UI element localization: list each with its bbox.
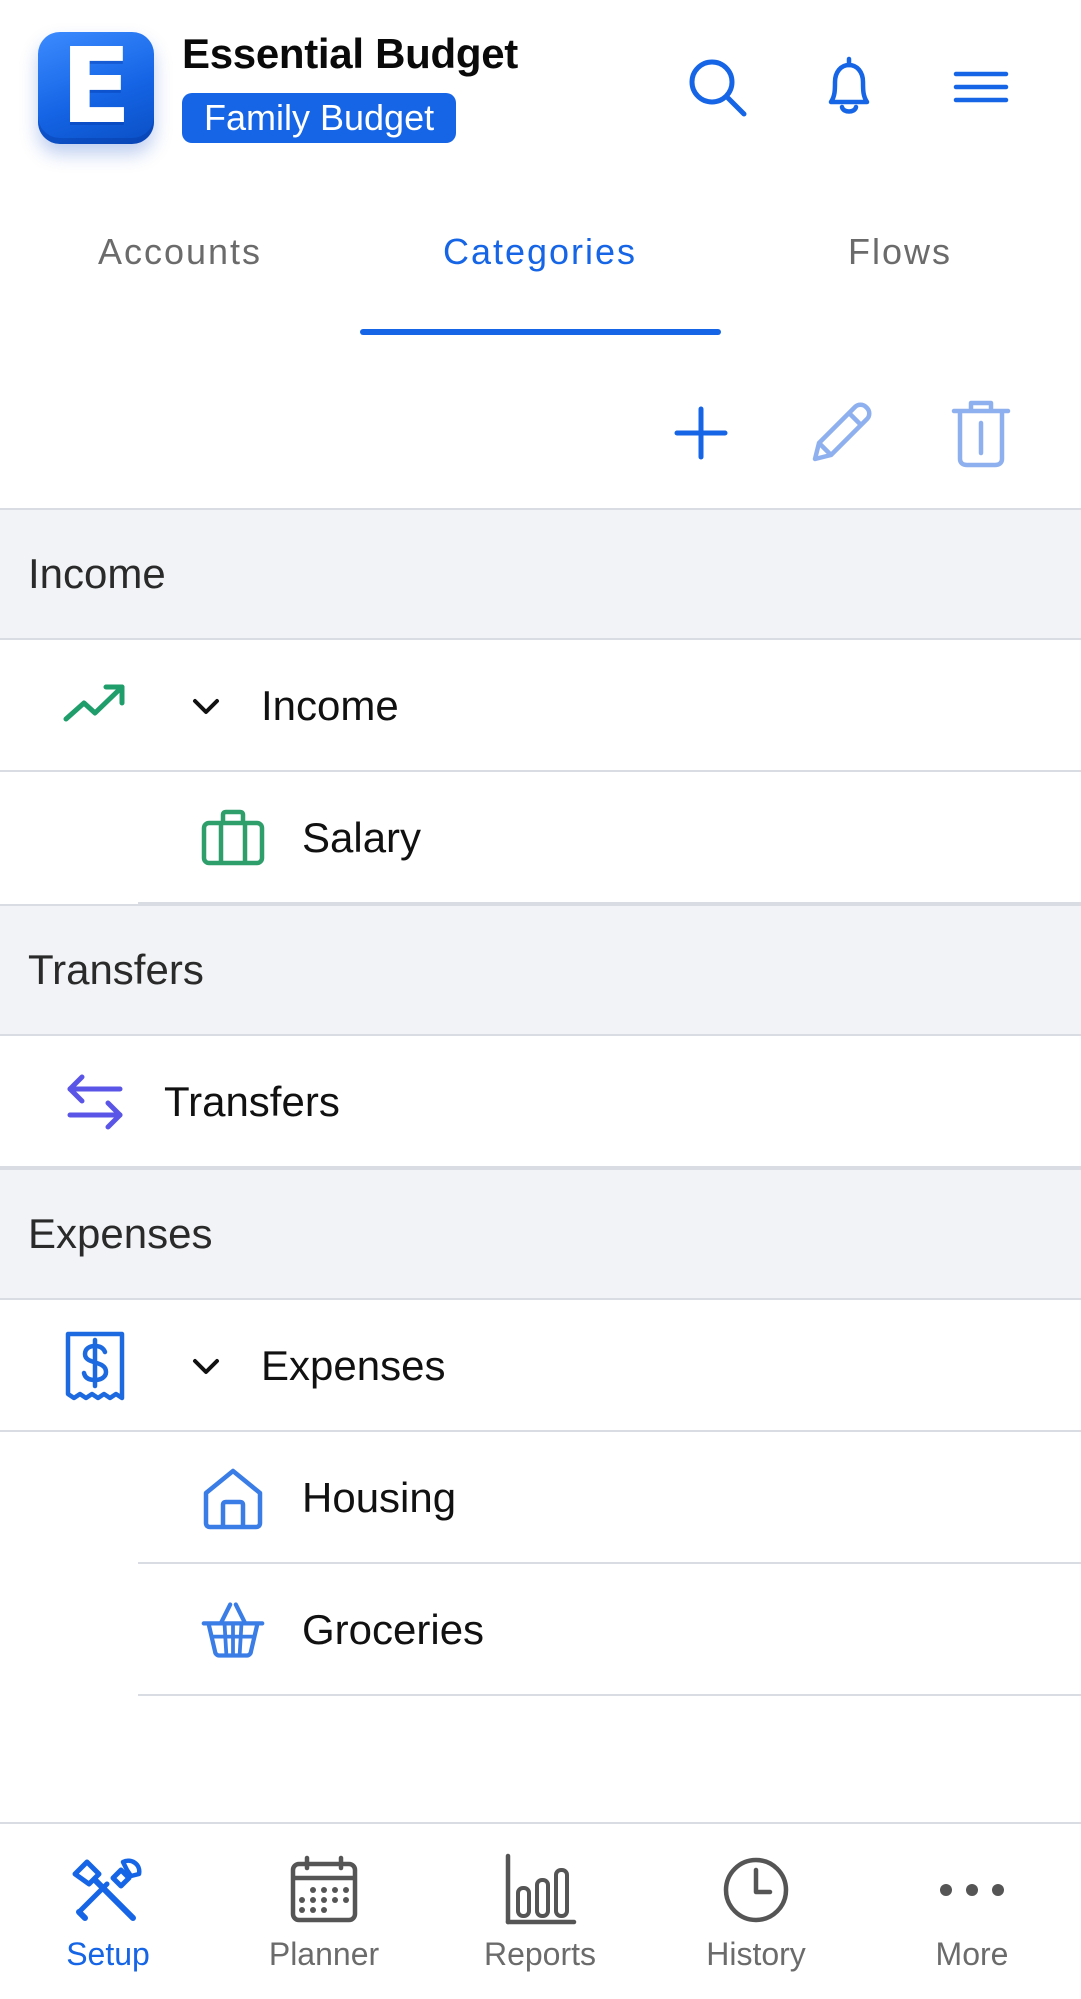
more-dots-icon [864,1852,1080,1928]
nav-history[interactable]: History [648,1824,864,1999]
bell-icon[interactable] [814,52,884,122]
chevron-down-icon[interactable] [186,1346,226,1386]
house-icon [200,1465,266,1531]
category-label: Expenses [261,1342,446,1389]
category-row-housing[interactable]: Housing [0,1432,1081,1564]
category-row-salary[interactable]: Salary [0,772,1081,904]
add-icon[interactable] [656,388,746,478]
delete-icon[interactable] [936,388,1026,478]
chevron-down-icon[interactable] [186,686,226,726]
receipt-dollar-icon [62,1331,128,1401]
category-row-transfers[interactable]: Transfers [0,1036,1081,1168]
shopping-basket-icon [200,1597,266,1663]
budget-selector-badge[interactable]: Family Budget [182,93,457,143]
nav-label: Planner [268,1936,380,1972]
app-header: E Essential Budget Family Budget [0,0,1081,175]
app-logo-letter: E [60,25,132,147]
nav-reports[interactable]: Reports [432,1824,648,1999]
bar-chart-icon [432,1852,648,1928]
section-header-expenses: Expenses [0,1168,1081,1300]
edit-icon[interactable] [796,388,886,478]
search-icon[interactable] [682,52,752,122]
nav-label: History [706,1936,806,1972]
trending-up-icon [62,673,128,739]
section-header-income: Income [0,508,1081,640]
calendar-icon [216,1852,432,1928]
section-header-transfers: Transfers [0,904,1081,1036]
hamburger-menu-icon[interactable] [946,52,1016,122]
nav-planner[interactable]: Planner [216,1824,432,1999]
category-toolbar [0,370,1081,510]
tab-categories[interactable]: Categories [360,205,720,335]
nav-label: Reports [483,1936,597,1972]
tools-icon [0,1852,216,1928]
bottom-navigation: Setup Planner Reports History More [0,1822,1081,1999]
category-row-groceries[interactable]: Groceries [0,1564,1081,1696]
category-label: Income [261,682,399,729]
category-row-expenses[interactable]: Expenses [0,1300,1081,1432]
app-title: Essential Budget [182,30,518,77]
briefcase-icon [200,805,266,871]
clock-icon [648,1852,864,1928]
category-list: Income Income Salary Transfers Transfers… [0,508,1081,1696]
tab-accounts[interactable]: Accounts [0,205,360,335]
tab-flows[interactable]: Flows [720,205,1080,335]
active-tab-indicator [360,329,721,335]
nav-setup[interactable]: Setup [0,1824,216,1999]
nav-label: More [935,1936,1009,1972]
tab-bar: Accounts Categories Flows [0,205,1081,335]
transfer-arrows-icon [62,1069,128,1135]
nav-more[interactable]: More [864,1824,1080,1999]
category-label: Transfers [164,1078,340,1125]
category-row-income[interactable]: Income [0,640,1081,772]
app-logo: E [38,32,154,144]
category-label: Housing [302,1474,457,1521]
category-label: Salary [302,814,422,861]
category-label: Groceries [302,1606,485,1653]
nav-label: Setup [66,1936,150,1972]
